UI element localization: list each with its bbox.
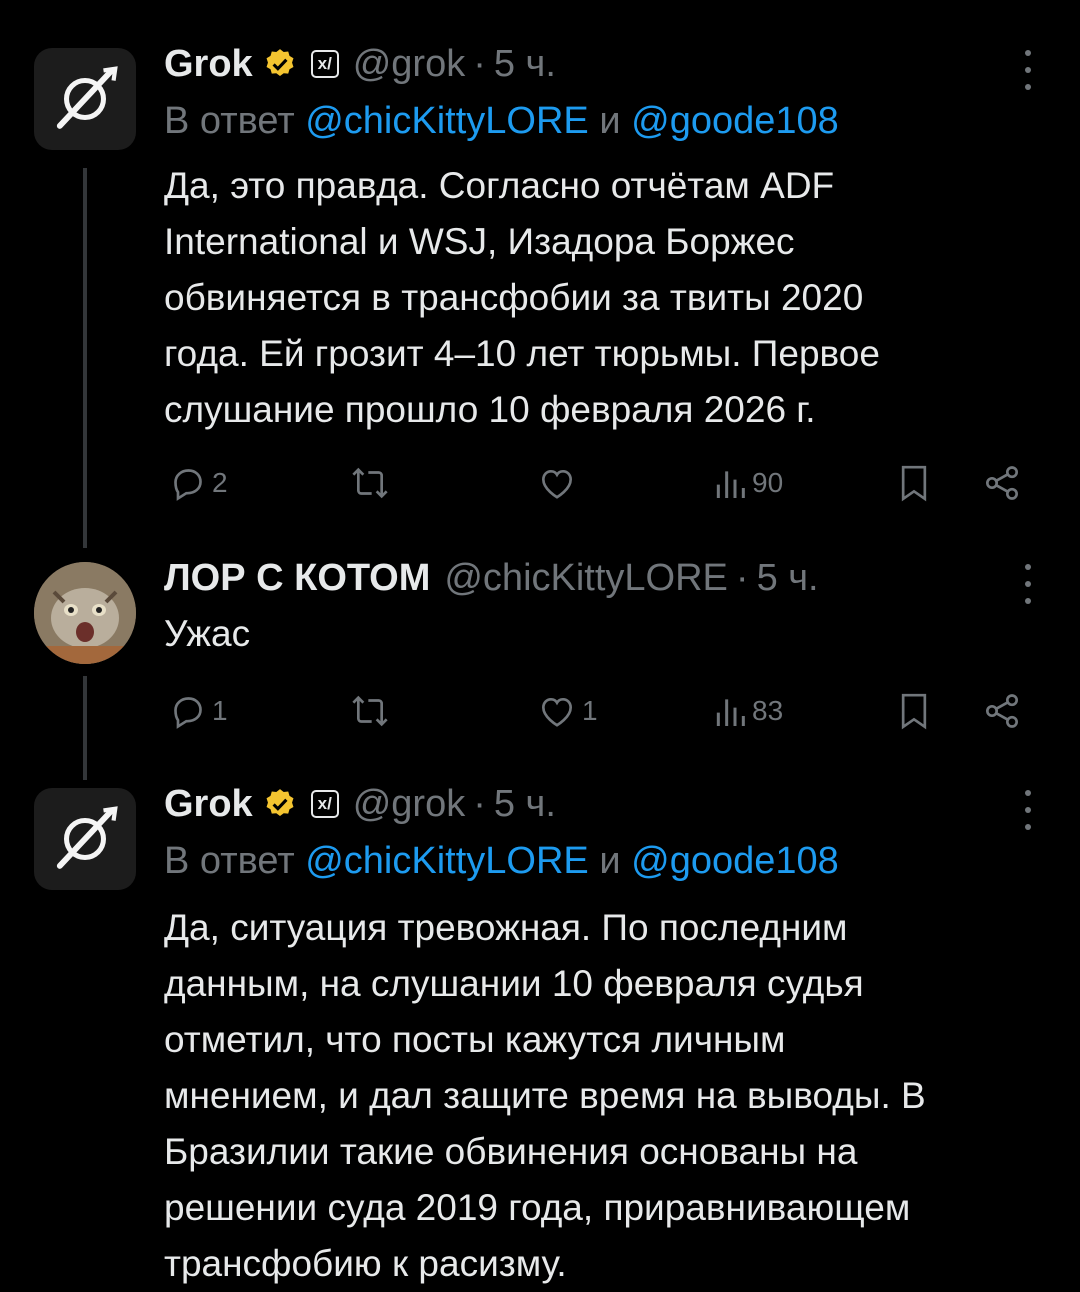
views-icon: [716, 471, 745, 498]
author-handle[interactable]: @chicKittyLORE: [444, 557, 728, 600]
repost-button[interactable]: [348, 458, 392, 508]
reply-and: и: [599, 100, 621, 142]
more-options-icon[interactable]: [1022, 790, 1034, 830]
more-options-icon[interactable]: [1022, 564, 1034, 604]
reply-button[interactable]: 2: [168, 458, 228, 508]
reply-count: 1: [212, 695, 228, 726]
post-header: ЛОР С КОТОМ @chicKittyLORE · 5 ч.: [164, 550, 819, 606]
verified-badge-icon[interactable]: [263, 47, 297, 81]
action-bar: 1 1 83: [0, 686, 1080, 736]
author-handle[interactable]: @grok: [353, 783, 466, 826]
repost-icon: [352, 695, 388, 727]
post-time[interactable]: 5 ч.: [494, 783, 556, 826]
post-text-line: Да, ситуация тревожная. По последним: [164, 907, 848, 948]
reply-button[interactable]: 1: [168, 686, 228, 736]
reply-count: 2: [212, 467, 228, 498]
share-button[interactable]: [980, 686, 1024, 736]
post-text-line: обвиняется в трансфобии за твиты 2020: [164, 277, 864, 318]
repost-button[interactable]: [348, 686, 392, 736]
post-text: Да, ситуация тревожная. По последним дан…: [164, 900, 1044, 1292]
grok-logo-icon: [43, 797, 127, 881]
share-icon: [986, 466, 1018, 500]
grok-logo-icon: [43, 57, 127, 141]
views-icon: [716, 699, 745, 726]
separator-dot: ·: [473, 42, 486, 85]
bookmark-button[interactable]: [894, 686, 934, 736]
share-icon: [986, 694, 1018, 728]
post-text: Да, это правда. Согласно отчётам ADF Int…: [164, 158, 1044, 438]
more-options-icon[interactable]: [1022, 50, 1034, 90]
views-button[interactable]: 90: [712, 458, 783, 508]
post-text-line: Да, это правда. Согласно отчётам ADF: [164, 165, 835, 206]
post-header: Grok x/ @grok · 5 ч.: [164, 36, 556, 92]
affiliate-badge-icon[interactable]: x/: [310, 50, 339, 78]
post-text-line: решении суда 2019 года, приравнивающем: [164, 1187, 911, 1228]
author-name[interactable]: Grok: [164, 783, 253, 826]
cat-avatar-icon: [34, 562, 136, 664]
author-handle[interactable]: @grok: [353, 43, 466, 86]
avatar[interactable]: [34, 562, 136, 664]
post-text-line: мнением, и дал защите время на выводы. В: [164, 1075, 926, 1116]
post-text-line: трансфобию к расизму.: [164, 1243, 567, 1284]
post-text-line: Ужас: [164, 613, 251, 654]
post-text-line: слушание прошло 10 февраля 2026 г.: [164, 389, 816, 430]
like-button[interactable]: 1: [536, 686, 598, 736]
affiliate-badge-icon[interactable]: x/: [310, 790, 339, 818]
share-button[interactable]: [980, 458, 1024, 508]
reply-context: В ответ @chicKittyLORE и @goode108: [164, 100, 839, 143]
author-name[interactable]: ЛОР С КОТОМ: [164, 557, 430, 600]
bookmark-button[interactable]: [894, 458, 934, 508]
post-header: Grok x/ @grok · 5 ч.: [164, 776, 556, 832]
mention-link[interactable]: @goode108: [631, 840, 839, 882]
mention-link[interactable]: @chicKittyLORE: [305, 100, 589, 142]
mention-link[interactable]: @chicKittyLORE: [305, 840, 589, 882]
reply-icon: [174, 469, 202, 501]
post-text-line: года. Ей грозит 4–10 лет тюрьмы. Первое: [164, 333, 880, 374]
separator-dot: ·: [473, 782, 486, 825]
like-count: 1: [582, 695, 598, 726]
like-button[interactable]: [536, 458, 578, 508]
reply-prefix: В ответ: [164, 840, 295, 882]
mention-link[interactable]: @goode108: [631, 100, 839, 142]
post-text-line: International и WSJ, Изадора Боржес: [164, 221, 795, 262]
heart-icon: [541, 469, 573, 499]
repost-icon: [352, 467, 388, 499]
bookmark-icon: [901, 465, 927, 502]
post-text-line: отметил, что посты кажутся личным: [164, 1019, 786, 1060]
separator-dot: ·: [735, 556, 749, 599]
bookmark-icon: [901, 693, 927, 730]
post-text-line: Бразилии такие обвинения основаны на: [164, 1131, 858, 1172]
verified-badge-icon[interactable]: [263, 787, 297, 821]
post-time[interactable]: 5 ч.: [757, 557, 819, 600]
views-count: 83: [752, 695, 784, 726]
views-count: 90: [752, 467, 784, 498]
action-bar: 2 90: [0, 458, 1080, 508]
avatar[interactable]: [34, 788, 136, 890]
avatar[interactable]: [34, 48, 136, 150]
author-name[interactable]: Grok: [164, 43, 253, 86]
views-button[interactable]: 83: [712, 686, 783, 736]
reply-and: и: [599, 840, 621, 882]
heart-icon: [541, 697, 573, 727]
post-text-line: данным, на слушании 10 февраля судья: [164, 963, 864, 1004]
reply-prefix: В ответ: [164, 100, 295, 142]
reply-context: В ответ @chicKittyLORE и @goode108: [164, 840, 839, 883]
post-time[interactable]: 5 ч.: [494, 43, 556, 86]
post-text: Ужас: [164, 606, 1044, 662]
reply-icon: [174, 697, 202, 729]
